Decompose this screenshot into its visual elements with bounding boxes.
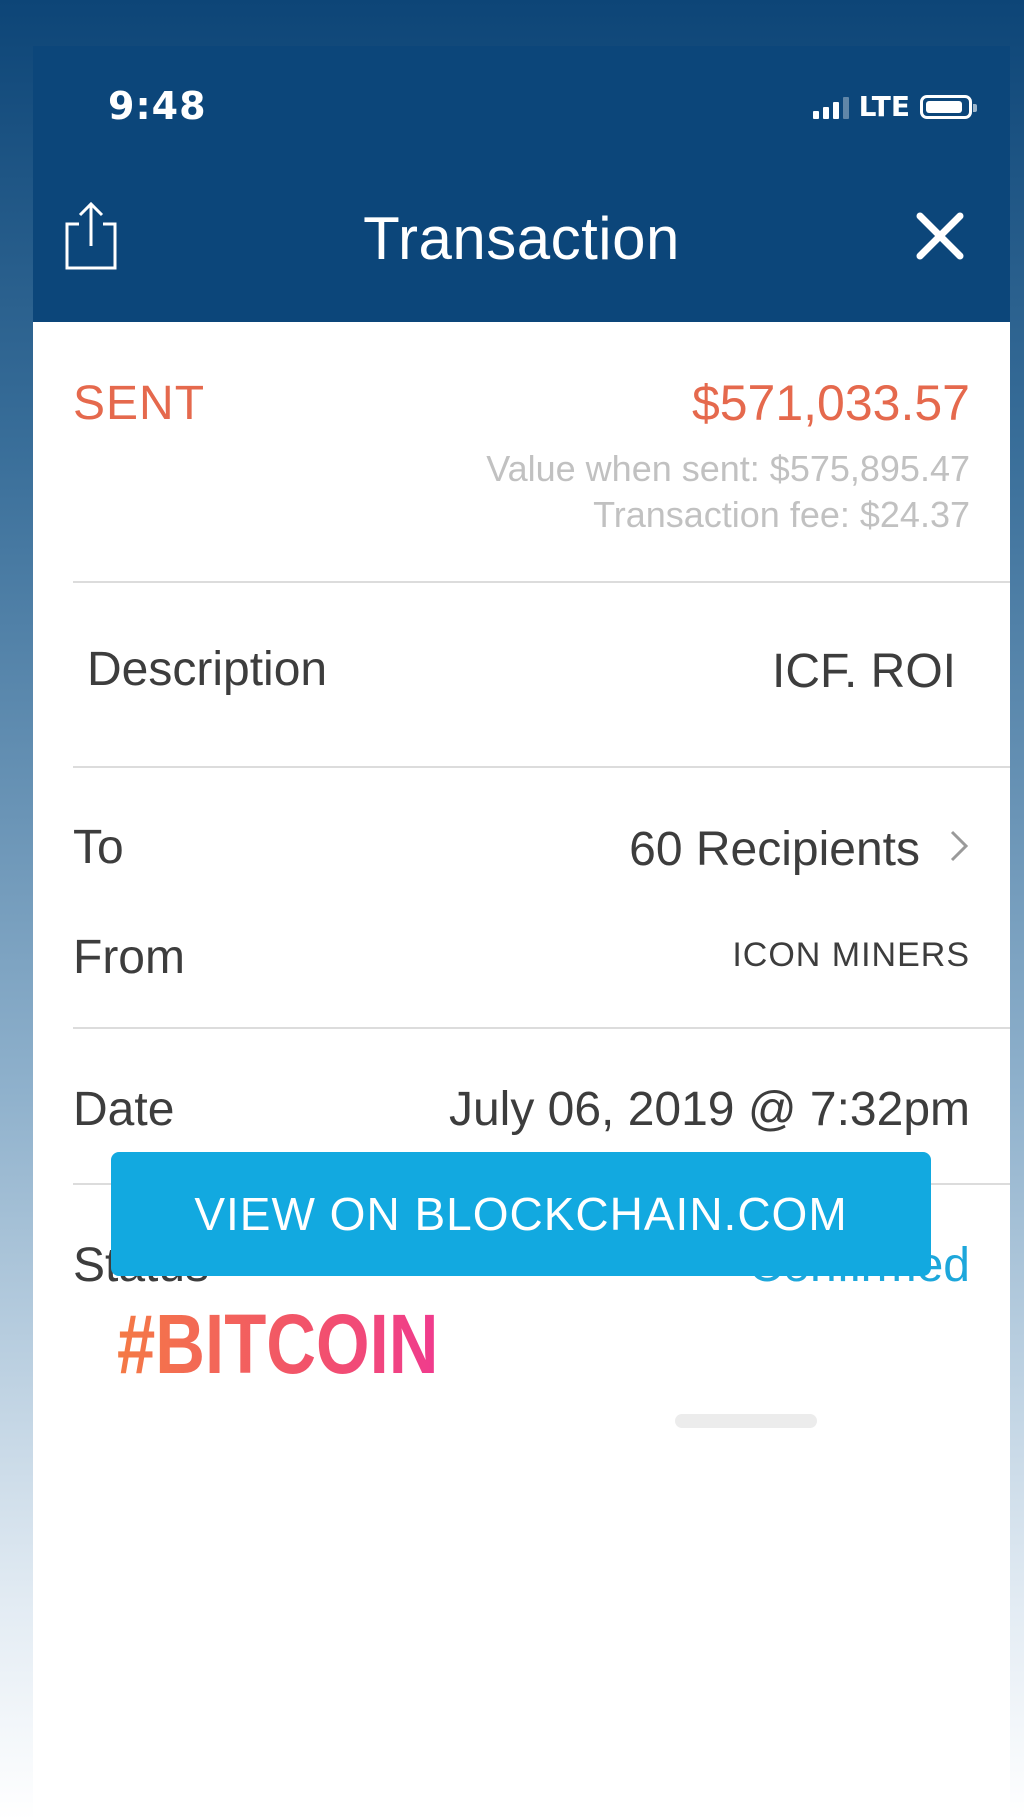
amount-summary: SENT $571,033.57 Value when sent: $575,8… <box>33 322 1010 582</box>
battery-icon <box>920 94 977 119</box>
nav-bar: Transaction <box>33 166 1010 322</box>
to-label: To <box>73 821 124 874</box>
from-value: ICON MINERS <box>732 936 970 974</box>
bitcoin-hashtag-sticker: #BITCOIN <box>117 1297 439 1391</box>
value-when-sent: Value when sent: $575,895.47 <box>486 448 970 489</box>
from-label: From <box>73 931 185 984</box>
status-indicators: LTE <box>812 90 977 123</box>
close-button[interactable] <box>912 208 968 264</box>
transaction-screen: 9:48 LTE Transaction SENT $571,033.57 Va… <box>33 46 1010 1820</box>
description-value: ICF. ROI <box>771 645 956 698</box>
status-time: 9:48 <box>108 84 207 128</box>
view-on-blockchain-button[interactable]: VIEW ON BLOCKCHAIN.COM <box>111 1152 931 1276</box>
date-label: Date <box>73 1083 175 1136</box>
divider <box>73 766 1010 768</box>
transaction-details: SENT $571,033.57 Value when sent: $575,8… <box>33 322 1010 1292</box>
to-value[interactable]: 60 Recipients <box>629 822 920 877</box>
watermark <box>675 1414 817 1428</box>
divider <box>73 581 1010 583</box>
description-label: Description <box>87 643 328 696</box>
date-value: July 06, 2019 @ 7:32pm <box>448 1083 970 1136</box>
transaction-fee: Transaction fee: $24.37 <box>593 494 970 535</box>
direction-label: SENT <box>73 377 206 430</box>
status-bar: 9:48 LTE <box>33 46 1010 166</box>
close-icon <box>916 212 964 260</box>
page-title: Transaction <box>363 205 680 272</box>
chevron-right-icon[interactable] <box>948 828 970 864</box>
divider <box>73 1027 1010 1029</box>
sent-amount: $571,033.57 <box>691 375 970 431</box>
signal-icon <box>812 95 849 119</box>
network-label: LTE <box>858 90 910 123</box>
